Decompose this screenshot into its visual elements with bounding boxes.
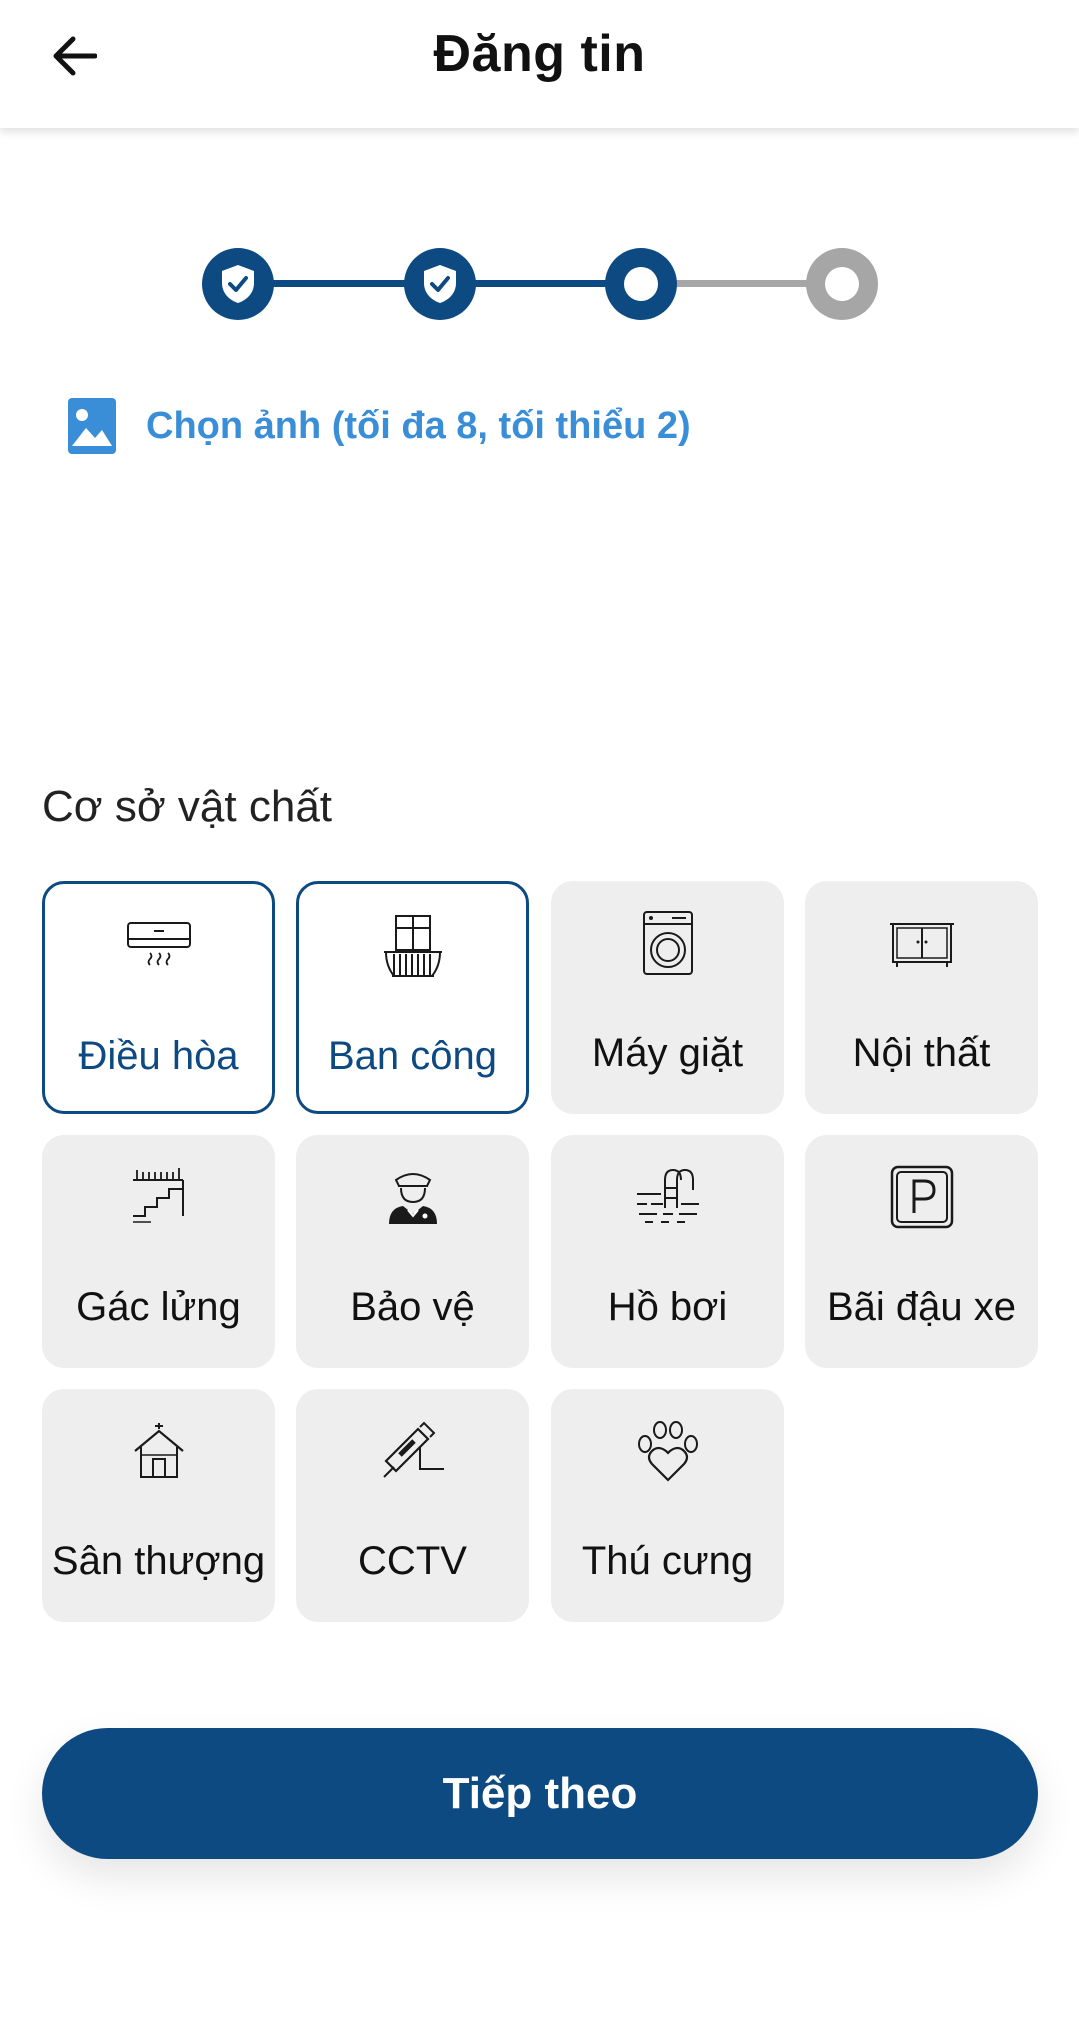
air-conditioner-icon xyxy=(126,922,191,966)
step-3-current xyxy=(605,248,677,320)
facility-label: Nội thất xyxy=(852,1031,991,1075)
facility-air-conditioner[interactable]: Điều hòa xyxy=(42,881,275,1114)
step-dot xyxy=(825,267,859,301)
rooftop-icon xyxy=(133,1423,184,1478)
choose-photos-label: Chọn ảnh (tối đa 8, tối thiểu 2) xyxy=(146,404,691,447)
security-guard-icon xyxy=(388,1173,437,1224)
stairs-icon xyxy=(132,1168,184,1223)
facility-washing-machine[interactable]: Máy giặt xyxy=(551,881,784,1114)
facility-furniture[interactable]: Nội thất xyxy=(805,881,1038,1114)
facility-security[interactable]: Bảo vệ xyxy=(296,1135,529,1368)
facility-label: Gác lửng xyxy=(76,1285,241,1329)
facility-mezzanine[interactable]: Gác lửng xyxy=(42,1135,275,1368)
step-4-pending xyxy=(806,248,878,320)
next-button[interactable]: Tiếp theo xyxy=(42,1728,1038,1859)
cctv-icon xyxy=(382,1421,444,1478)
facility-label: CCTV xyxy=(358,1539,467,1583)
step-1-done xyxy=(202,248,274,320)
facility-label: Điều hòa xyxy=(78,1034,239,1078)
facility-label: Ban công xyxy=(327,1034,498,1078)
facility-label: Bãi đậu xe xyxy=(826,1285,1017,1329)
parking-icon xyxy=(890,1165,953,1229)
facility-label: Máy giặt xyxy=(591,1031,744,1075)
facility-pets[interactable]: Thú cưng xyxy=(551,1389,784,1622)
paw-icon xyxy=(637,1421,698,1482)
washing-machine-icon xyxy=(642,911,693,975)
post-listing-screen: Đăng tin Chọn ảnh (tối đa 8, tối thiểu 2… xyxy=(0,0,1079,2019)
facility-rooftop[interactable]: Sân thượng xyxy=(42,1389,275,1622)
facility-label: Thú cưng xyxy=(581,1539,754,1583)
facility-pool[interactable]: Hồ bơi xyxy=(551,1135,784,1368)
facilities-heading: Cơ sở vật chất xyxy=(42,782,333,831)
facility-label: Sân thượng xyxy=(51,1539,266,1583)
image-icon xyxy=(68,398,116,454)
shield-check-icon xyxy=(222,265,254,303)
next-button-label: Tiếp theo xyxy=(442,1768,638,1818)
facility-balcony[interactable]: Ban công xyxy=(296,881,529,1114)
shield-check-icon xyxy=(424,265,456,303)
balcony-icon xyxy=(383,915,442,977)
cabinet-icon xyxy=(889,923,954,967)
step-dot xyxy=(624,267,658,301)
step-2-done xyxy=(404,248,476,320)
page-title: Đăng tin xyxy=(433,25,646,83)
facility-cctv[interactable]: CCTV xyxy=(296,1389,529,1622)
app-header: Đăng tin xyxy=(0,0,1079,128)
pool-icon xyxy=(636,1168,699,1223)
facility-label: Hồ bơi xyxy=(607,1285,728,1329)
facility-label: Bảo vệ xyxy=(350,1285,475,1329)
choose-photos-button[interactable]: Chọn ảnh (tối đa 8, tối thiểu 2) xyxy=(68,396,691,456)
facility-parking[interactable]: Bãi đậu xe xyxy=(805,1135,1038,1368)
